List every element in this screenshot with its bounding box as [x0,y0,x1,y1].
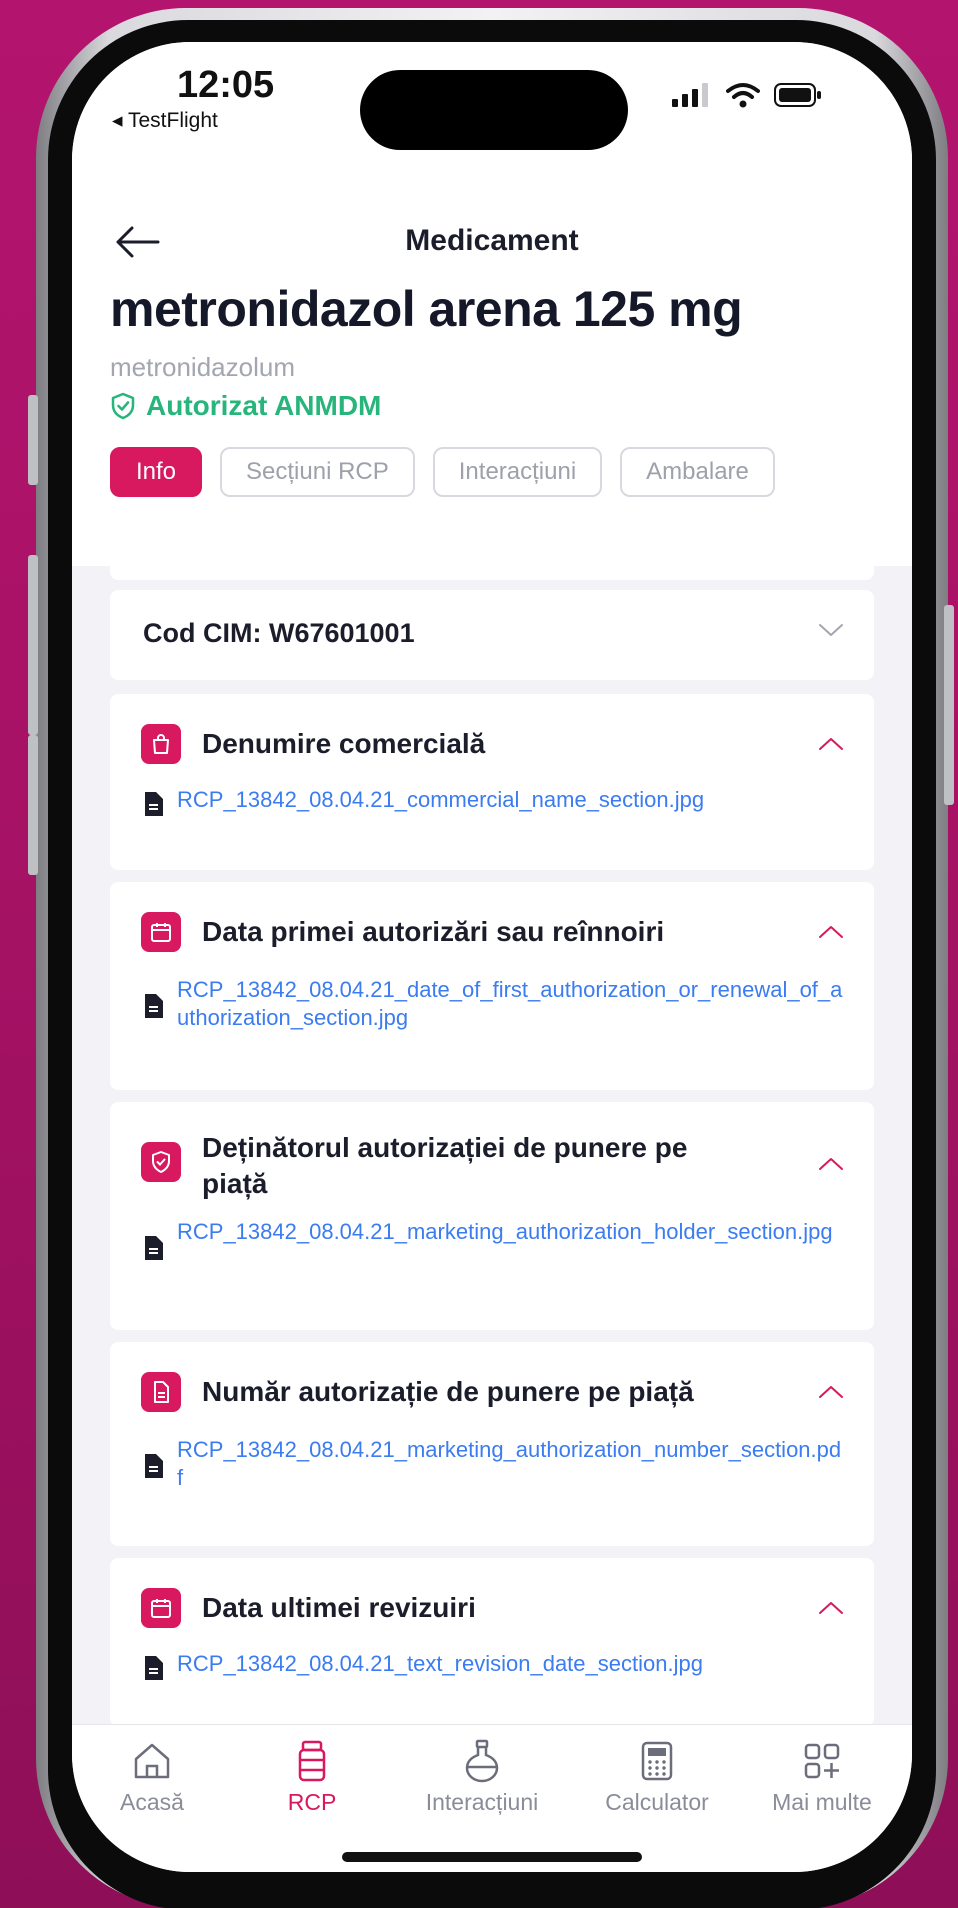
chevron-up-icon[interactable] [818,1156,844,1172]
page-header: Medicament metronidazol arena 125 mg met… [72,162,912,566]
chevron-up-icon[interactable] [818,1384,844,1400]
nav-label: Interacțiuni [425,1789,539,1815]
pill-bottle-icon [298,1740,326,1782]
file-icon [145,1236,163,1260]
calendar-icon [141,1588,181,1628]
file-row: RCP_13842_08.04.21_date_of_first_authori… [143,976,843,1032]
file-icon [145,1656,163,1680]
nav-item-interactions[interactable]: Interacțiuni [402,1739,562,1816]
document-icon [141,1372,181,1412]
file-icon [145,792,163,816]
section-title: Data primei autorizări sau reînnoiri [202,916,665,947]
wifi-icon [726,83,760,108]
section-card-marketing-authorization-holder: Deținătorul autorizației de punere pe pi… [110,1102,874,1330]
nav-label: Mai multe [772,1789,872,1815]
section-title: Deținătorul autorizației de punere pe pi… [202,1132,688,1199]
bottom-nav: Acasă RCP Interacțiuni Calculator Mai mu… [72,1724,912,1872]
section-title: Număr autorizație de punere pe piață [202,1376,694,1407]
tab-bar: Info Secțiuni RCP Interacțiuni Ambalare [110,447,775,497]
dynamic-island [360,70,628,150]
file-row: RCP_13842_08.04.21_marketing_authorizati… [143,1436,843,1492]
home-icon [134,1743,170,1779]
card-stub [110,566,874,580]
status-time: 12:05 [177,64,275,106]
flask-icon [465,1739,499,1783]
phone-side-button [28,395,38,485]
file-row: RCP_13842_08.04.21_marketing_authorizati… [143,1218,843,1260]
status-icons [672,82,822,108]
file-row: RCP_13842_08.04.21_text_revision_date_se… [143,1650,843,1680]
tab-interactiuni[interactable]: Interacțiuni [432,447,603,497]
home-indicator[interactable] [342,1852,642,1862]
nav-item-home[interactable]: Acasă [72,1739,232,1816]
section-card-first-authorization-date: Data primei autorizări sau reînnoiri RCP… [110,882,874,1090]
battery-icon [774,83,821,107]
shopping-bag-icon [141,724,181,764]
authorization-status: Autorizat ANMDM [110,390,381,422]
phone-side-button [944,605,954,805]
file-icon [145,1454,163,1478]
file-link[interactable]: RCP_13842_08.04.21_text_revision_date_se… [177,1650,703,1680]
nav-label: Calculator [605,1789,709,1815]
nav-label: RCP [287,1789,337,1815]
phone-side-button [28,555,38,735]
cim-card[interactable]: Cod CIM: W67601001 [110,590,874,680]
section-title: Denumire comercială [202,728,486,759]
section-card-last-revision-date: Data ultimei revizuiri RCP_13842_08.04.2… [110,1558,874,1726]
nav-label: Acasă [120,1789,184,1815]
calculator-icon [641,1741,673,1781]
screen: 12:05 ◂ TestFlight Medicament metronidaz… [72,42,912,1872]
page-title: Medicament [405,224,579,257]
active-substance: metronidazolum [110,352,295,382]
chevron-up-icon[interactable] [818,736,844,752]
grid-plus-icon [804,1743,840,1779]
signal-icon [672,83,708,107]
section-card-commercial-name: Denumire comercială RCP_13842_08.04.21_c… [110,694,874,870]
nav-item-calculator[interactable]: Calculator [577,1739,737,1816]
shield-check-icon [141,1142,181,1182]
chevron-up-icon[interactable] [818,924,844,940]
authorization-label: Autorizat ANMDM [146,390,382,421]
chevron-down-icon[interactable] [818,622,844,638]
file-link[interactable]: RCP_13842_08.04.21_date_of_first_authori… [177,976,843,1032]
section-title: Data ultimei revizuiri [202,1592,476,1623]
file-link[interactable]: RCP_13842_08.04.21_marketing_authorizati… [177,1436,843,1492]
chevron-up-icon[interactable] [818,1600,844,1616]
shield-check-icon [111,392,135,420]
section-card-marketing-authorization-number: Număr autorizație de punere pe piață RCP… [110,1342,874,1546]
file-icon [145,994,163,1018]
tab-info[interactable]: Info [110,447,203,497]
tab-sectiuni-rcp[interactable]: Secțiuni RCP [220,447,415,497]
nav-item-more[interactable]: Mai multe [742,1739,902,1816]
drug-name: metronidazol arena 125 mg [110,281,743,337]
calendar-icon [141,912,181,952]
tab-ambalare[interactable]: Ambalare [620,447,775,497]
nav-item-rcp[interactable]: RCP [232,1739,392,1816]
status-bar: 12:05 ◂ TestFlight [72,42,912,162]
file-row: RCP_13842_08.04.21_commercial_name_secti… [143,786,843,816]
file-link[interactable]: RCP_13842_08.04.21_commercial_name_secti… [177,786,704,816]
phone-side-button [28,735,38,875]
back-to-app-link[interactable]: ◂ TestFlight [112,108,218,133]
file-link[interactable]: RCP_13842_08.04.21_marketing_authorizati… [177,1218,833,1260]
cim-code: Cod CIM: W67601001 [143,618,415,648]
